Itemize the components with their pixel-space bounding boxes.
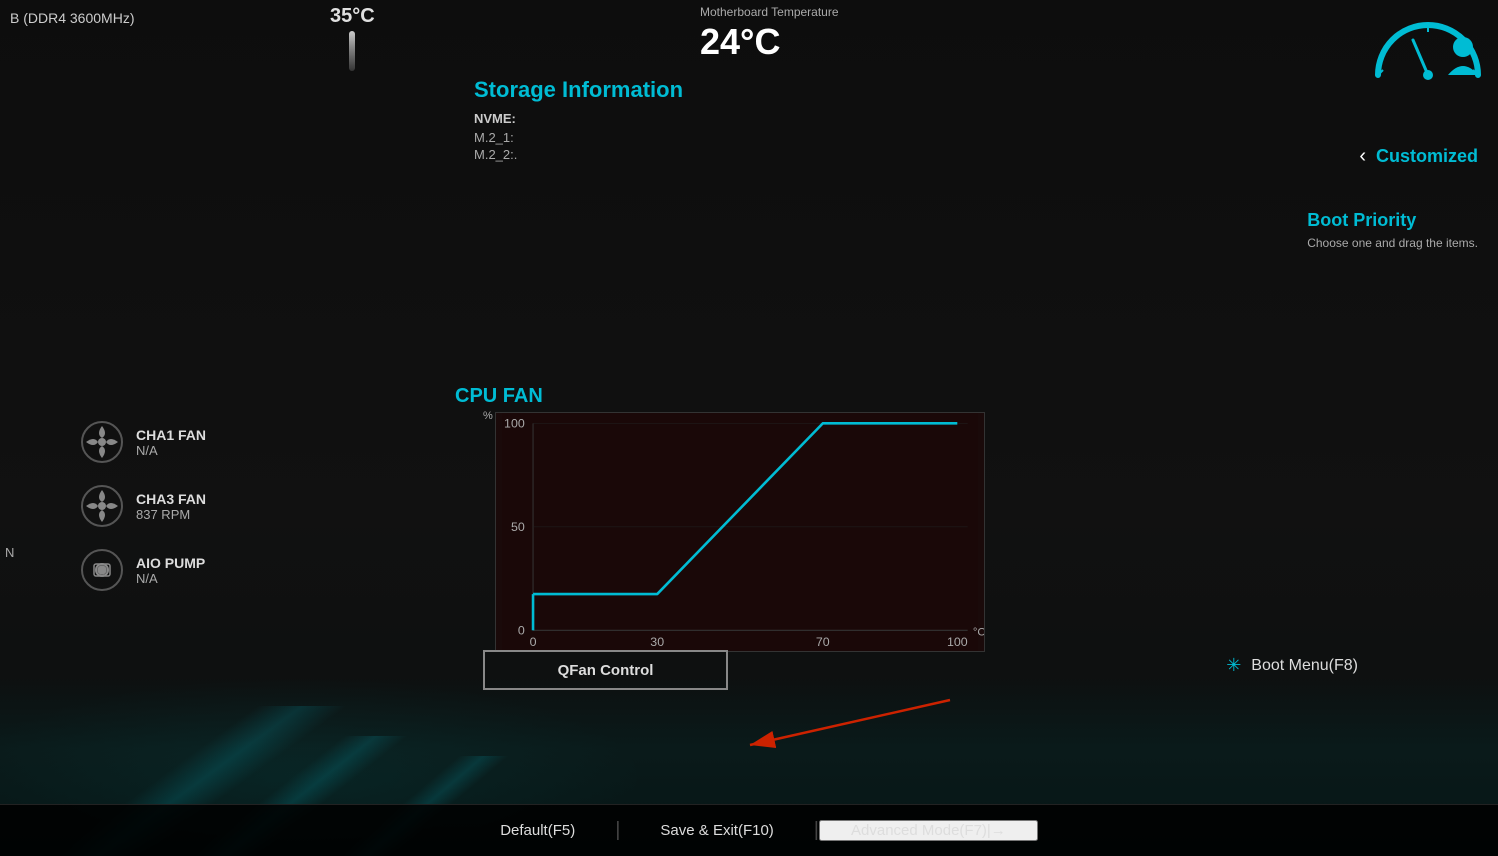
fan-chart: 100 50 0 0 30 70 100 °C (495, 412, 985, 652)
boot-priority-title: Boot Priority (1307, 210, 1478, 231)
fan-icon-aio (80, 548, 124, 592)
fan-speed-aio: N/A (136, 571, 205, 586)
advanced-mode-label: Advanced Mode(F7)|→ (851, 822, 1006, 839)
svg-text:100: 100 (504, 416, 525, 430)
fan-name-aio: AIO PUMP (136, 555, 205, 571)
temp-bar-indicator (349, 31, 355, 71)
boot-menu-section[interactable]: ✳ Boot Menu(F8) (1226, 655, 1358, 676)
fan-item-cha3: CHA3 FAN 837 RPM (80, 484, 206, 528)
fan-name-cha3: CHA3 FAN (136, 491, 206, 507)
svg-text:70: 70 (816, 635, 830, 649)
memory-text: B (DDR4 3600MHz) (10, 10, 134, 26)
m2-2-label: M.2_2:. (474, 147, 683, 162)
storage-section: Storage Information NVME: M.2_1: M.2_2:. (474, 77, 683, 164)
svg-text:50: 50 (511, 520, 525, 534)
qfan-button-label: QFan Control (558, 662, 654, 679)
fan-item-aio: AIO PUMP N/A (80, 548, 206, 592)
snowflake-icon: ✳ (1226, 655, 1241, 676)
cpu-temp-value: 35°C (330, 5, 375, 28)
chart-percent-label: % (483, 410, 493, 422)
m2-1-label: M.2_1: (474, 130, 683, 145)
cpu-fan-title: CPU FAN (455, 385, 965, 408)
fan-info-aio: AIO PUMP N/A (136, 555, 205, 586)
save-exit-label: Save & Exit(F10) (660, 822, 773, 839)
fan-speed-cha1: N/A (136, 443, 206, 458)
svg-text:0: 0 (530, 635, 537, 649)
fan-item-cha1: CHA1 FAN N/A (80, 420, 206, 464)
default-button[interactable]: Default(F5) (460, 822, 615, 839)
nvme-label: NVME: (474, 111, 683, 126)
boot-priority-desc: Choose one and drag the items. (1307, 236, 1478, 250)
cpu-temp-section: 35°C (330, 0, 375, 71)
customized-nav[interactable]: ‹ Customized (1359, 145, 1498, 168)
fan-info-cha1: CHA1 FAN N/A (136, 427, 206, 458)
fan-speed-cha3: 837 RPM (136, 507, 206, 522)
fan-icon-cha3 (80, 484, 124, 528)
svg-text:0: 0 (518, 623, 525, 637)
advanced-mode-button[interactable]: Advanced Mode(F7)|→ (819, 820, 1038, 841)
cpu-fan-section: CPU FAN % 100 50 0 0 30 (455, 385, 965, 652)
svg-text:100: 100 (947, 635, 968, 649)
default-label: Default(F5) (500, 822, 575, 839)
mb-temp-value: 24°C (700, 21, 839, 63)
left-edge-label: N (0, 545, 14, 560)
gauge-icon (1368, 5, 1488, 95)
storage-title: Storage Information (474, 77, 683, 103)
svg-text:°C: °C (973, 626, 984, 638)
save-exit-button[interactable]: Save & Exit(F10) (620, 822, 813, 839)
memory-label: B (DDR4 3600MHz) (10, 10, 134, 26)
mb-temp-label: Motherboard Temperature (700, 5, 839, 19)
fan-section: CHA1 FAN N/A CHA3 FAN 837 RPM AI (80, 420, 206, 592)
fan-icon-cha1 (80, 420, 124, 464)
svg-text:30: 30 (650, 635, 664, 649)
fan-info-cha3: CHA3 FAN 837 RPM (136, 491, 206, 522)
customized-label: Customized (1376, 146, 1478, 167)
fan-name-cha1: CHA1 FAN (136, 427, 206, 443)
boot-menu-label: Boot Menu(F8) (1251, 657, 1358, 675)
boot-priority-section: Boot Priority Choose one and drag the it… (1307, 210, 1478, 250)
bottom-bar: Default(F5) | Save & Exit(F10) | Advance… (0, 804, 1498, 856)
nav-chevron-icon[interactable]: ‹ (1359, 145, 1366, 168)
mb-temp-section: Motherboard Temperature 24°C (700, 5, 839, 63)
qfan-control-button[interactable]: QFan Control (483, 650, 728, 690)
